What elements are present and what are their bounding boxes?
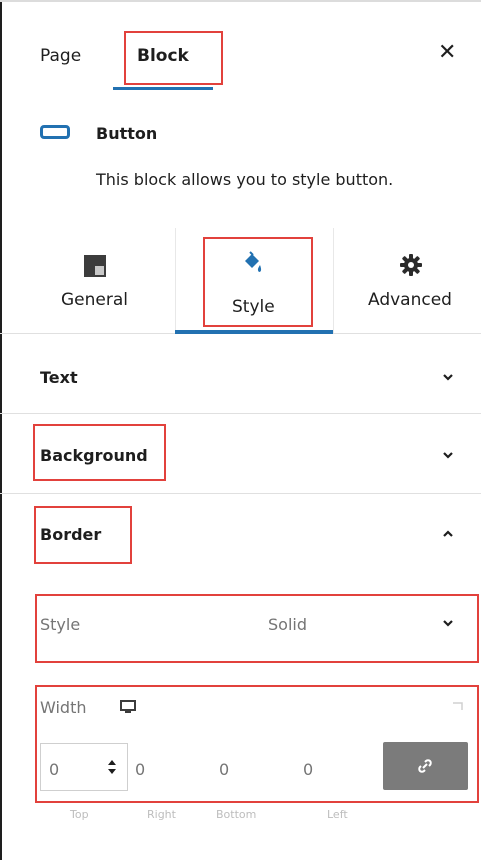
chevron-down-icon: [443, 452, 453, 459]
highlight-block-tab: [124, 31, 223, 85]
highlight-background-section: [33, 424, 166, 481]
panel-top-edge: [0, 0, 481, 2]
tab-advanced[interactable]: Advanced: [368, 290, 452, 310]
side-label-left: Left: [327, 808, 348, 821]
block-title: Button: [96, 124, 158, 143]
gear-icon: [400, 254, 422, 276]
tab-general[interactable]: General: [61, 290, 128, 310]
subtab-divider: [333, 228, 334, 333]
close-icon[interactable]: ✕: [438, 42, 456, 64]
general-icon: [84, 255, 106, 277]
side-label-right: Right: [147, 808, 176, 821]
button-icon: [40, 125, 70, 139]
tab-block-active-indicator: [113, 87, 213, 90]
chevron-down-icon: [443, 374, 453, 381]
highlight-border-width: [35, 685, 479, 803]
highlight-border-style: [35, 594, 479, 663]
block-settings-panel: Page Block ✕ Button This block allows yo…: [0, 0, 481, 860]
section-text-title: Text: [40, 368, 78, 387]
side-label-top: Top: [70, 808, 89, 821]
section-text[interactable]: Text: [0, 334, 481, 414]
highlight-border-section: [34, 506, 132, 564]
chevron-up-icon[interactable]: [442, 528, 454, 540]
block-description: This block allows you to style button.: [96, 170, 394, 189]
subtab-divider: [175, 228, 176, 333]
side-label-bottom: Bottom: [216, 808, 257, 821]
highlight-style-tab: [203, 237, 313, 327]
tab-page[interactable]: Page: [40, 46, 81, 66]
